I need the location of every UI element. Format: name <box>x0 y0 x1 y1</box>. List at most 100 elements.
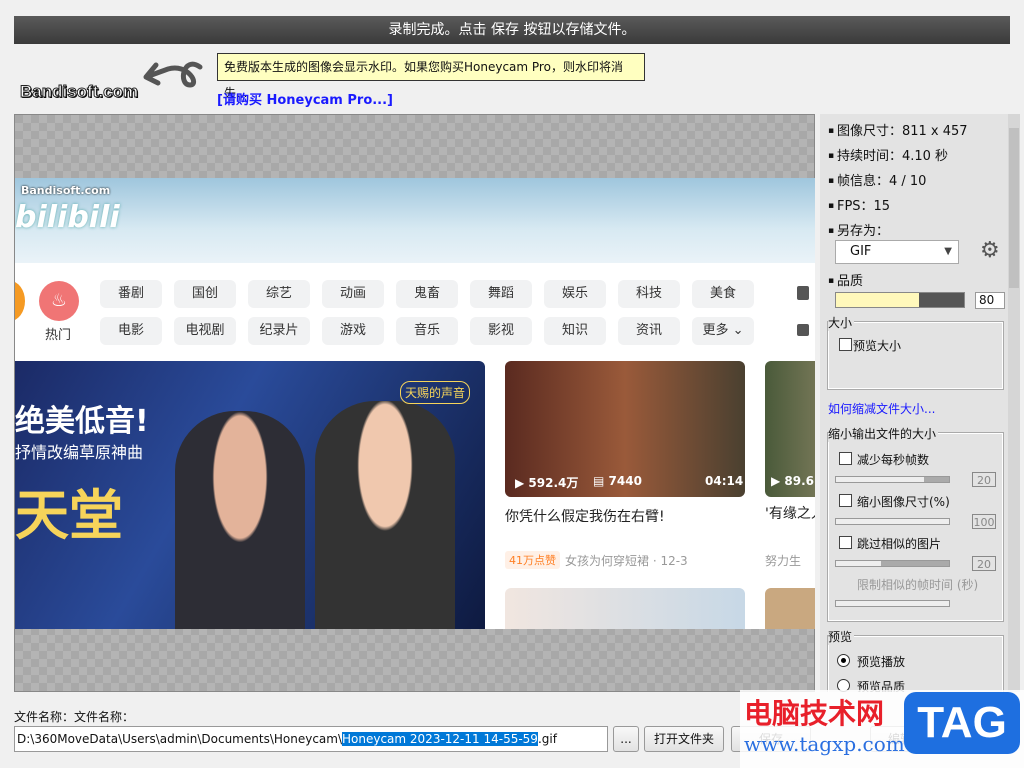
fps-value[interactable]: 20 <box>972 472 996 487</box>
show-badge: 天赐的声音 <box>400 381 471 404</box>
category-chip: 舞蹈 <box>470 280 532 308</box>
shrink-slider[interactable] <box>835 518 950 525</box>
preview-size-checkbox[interactable] <box>839 338 852 351</box>
preview-play-radio[interactable] <box>837 654 850 667</box>
panel-scrollbar[interactable] <box>1008 114 1020 692</box>
bilibili-banner: Bandisoft.com bilibili <box>15 178 815 263</box>
image-size: 图像尺寸：811 x 457 <box>828 120 968 139</box>
skip-similar-checkbox[interactable] <box>839 536 852 549</box>
category-chip: 动画 <box>322 280 384 308</box>
group-label: 预览 <box>828 628 855 645</box>
card-title: 绝美低音! <box>15 404 149 439</box>
fire-icon: ♨ <box>39 281 79 321</box>
checkbox-label: 缩小图像尺寸(%) <box>857 495 950 509</box>
category-chip: 番剧 <box>100 280 162 308</box>
category-chip: 综艺 <box>248 280 310 308</box>
reduce-fps-checkbox[interactable] <box>839 452 852 465</box>
chevron-down-icon: ▼ <box>944 246 952 257</box>
person-image <box>315 401 455 629</box>
bilibili-logo: bilibili <box>15 200 120 235</box>
reduce-size-group: 缩小输出文件的大小 减少每秒帧数 20 缩小图像尺寸(%) 100 跳过相似的图… <box>827 425 1004 622</box>
arrow-icon <box>143 61 203 88</box>
reduce-size-link[interactable]: 如何缩减文件大小... <box>828 400 935 417</box>
radio-label: 预览播放 <box>857 655 906 669</box>
preview-image: Bandisoft.com bilibili ♨ 热门 番剧 国创 综艺 动画 鬼畜 舞蹈… <box>15 178 815 629</box>
category-chip: 电视剧 <box>174 317 236 345</box>
video-icon <box>797 324 809 336</box>
shrink-value[interactable]: 100 <box>972 514 996 529</box>
person-image <box>175 411 305 629</box>
watermark-url: www.tagxp.com <box>744 732 905 756</box>
video-card: ▶ 89.6 <box>765 361 815 497</box>
buy-link[interactable]: [请购买 Honeycam Pro...] <box>217 89 393 108</box>
preview-group: 预览 预览播放 预览品质 <box>827 628 1004 692</box>
category-chip: 知识 <box>544 317 606 345</box>
banner-watermark: Bandisoft.com <box>21 184 111 197</box>
category-chip: 资讯 <box>618 317 680 345</box>
category-chip: 美食 <box>692 280 754 308</box>
save-as-label: 另存为： <box>828 220 889 239</box>
video-card-featured: 绝美低音! 抒情改编草原神曲 天堂 天赐的声音 <box>15 361 485 629</box>
views: ▶ 89.6 <box>771 474 815 488</box>
bandisoft-logo: Bandisoft.com <box>19 82 139 102</box>
fps: FPS：15 <box>828 195 890 214</box>
preview-area: Bandisoft.com bilibili ♨ 热门 番剧 国创 综艺 动画 鬼畜 舞蹈… <box>14 114 815 692</box>
gear-icon[interactable]: ⚙ <box>980 240 1000 262</box>
video-card <box>765 588 815 629</box>
category-chip: 电影 <box>100 317 162 345</box>
open-folder-button[interactable]: 打开文件夹 <box>644 726 724 752</box>
duration: 持续时间：4.10 秒 <box>828 145 948 164</box>
status-bar: 录制完成。点击 保存 按钮以存储文件。 <box>14 16 1010 44</box>
category-chip: 更多 ⌄ <box>692 317 754 345</box>
category-chip: 鬼畜 <box>396 280 458 308</box>
site-watermark: 电脑技术网 www.tagxp.com TAG <box>740 690 1024 768</box>
format-select[interactable]: GIF ▼ <box>835 240 959 264</box>
video-card: ▶ 592.4万 ▤ 7440 04:14 <box>505 361 745 497</box>
likes-badge: 41万点赞 <box>505 551 560 569</box>
filename-label: 文件名称：文件名称： <box>14 710 135 724</box>
checkbox-label: 预览大小 <box>853 339 902 353</box>
checkbox-label: 跳过相似的图片 <box>857 537 942 551</box>
category-chip: 音乐 <box>396 317 458 345</box>
frame-info: 帧信息：4 / 10 <box>828 170 926 189</box>
article-icon <box>797 286 809 300</box>
duration: 04:14 <box>705 474 744 488</box>
watermark-text: 电脑技术网 <box>744 697 885 730</box>
category-chip: 国创 <box>174 280 236 308</box>
quality-label: 品质 <box>828 270 863 289</box>
watermark-notice: 免费版本生成的图像会显示水印。如果您购买Honeycam Pro，则水印将消失.… <box>217 53 645 100</box>
video-meta: 努力生 <box>765 554 802 568</box>
card-big-text: 天堂 <box>15 484 123 547</box>
group-label: 缩小输出文件的大小 <box>828 425 939 442</box>
quality-input[interactable]: 80 <box>975 292 1005 309</box>
card-subtitle: 抒情改编草原神曲 <box>15 443 144 462</box>
category-chip: 影视 <box>470 317 532 345</box>
scrollbar-thumb[interactable] <box>1009 128 1019 288</box>
tag-logo: TAG <box>904 692 1020 754</box>
category-chip: 纪录片 <box>248 317 310 345</box>
video-title: '有缘之人《反方向 <box>765 506 815 522</box>
limit-label: 限制相似的帧时间 (秒) <box>857 578 979 592</box>
shrink-checkbox[interactable] <box>839 494 852 507</box>
settings-panel: 图像尺寸：811 x 457 持续时间：4.10 秒 帧信息：4 / 10 FP… <box>820 114 1008 692</box>
quality-slider[interactable] <box>835 292 965 308</box>
video-meta: 女孩为何穿短裙 · 12-3 <box>565 554 688 568</box>
video-card <box>505 588 745 629</box>
views: ▶ 592.4万 <box>515 476 579 490</box>
filename-input[interactable]: D:\360MoveData\Users\admin\Documents\Hon… <box>14 726 608 752</box>
group-label: 大小 <box>828 314 855 331</box>
category-chip: 娱乐 <box>544 280 606 308</box>
hot-label: 热门 <box>45 328 72 343</box>
checkbox-label: 减少每秒帧数 <box>857 453 930 467</box>
orange-icon <box>15 281 25 321</box>
skip-value[interactable]: 20 <box>972 556 996 571</box>
video-title: 你凭什么假定我伤在右臂! <box>505 509 665 525</box>
size-group: 大小 预览大小 <box>827 314 1004 390</box>
browse-button[interactable]: ... <box>613 726 639 752</box>
fps-slider[interactable] <box>835 476 950 483</box>
danmaku: ▤ 7440 <box>593 474 642 488</box>
limit-slider[interactable] <box>835 600 950 607</box>
category-chip: 游戏 <box>322 317 384 345</box>
category-chip: 科技 <box>618 280 680 308</box>
skip-slider[interactable] <box>835 560 950 567</box>
